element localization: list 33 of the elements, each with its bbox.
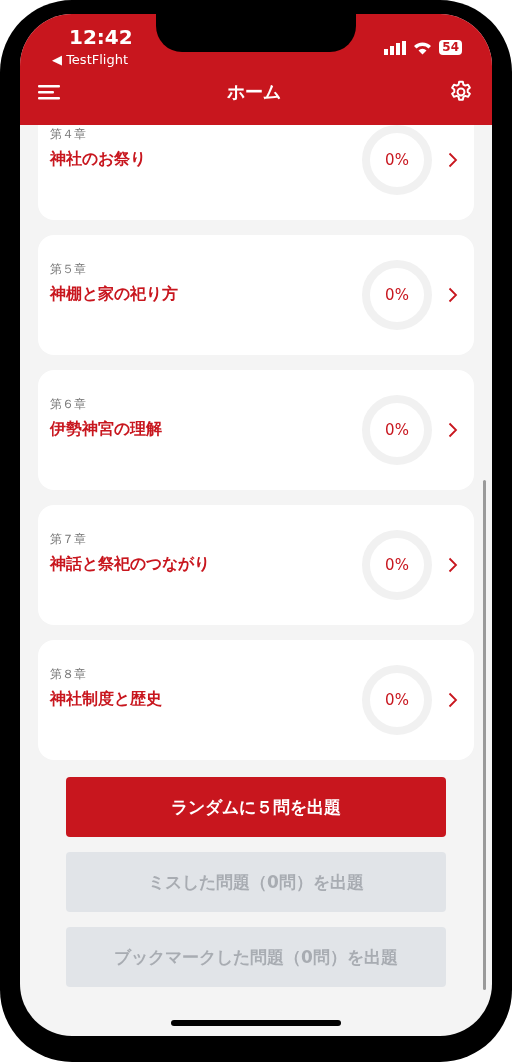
chapter-number: 第４章 bbox=[50, 126, 87, 143]
chapter-card[interactable]: 第６章 伊勢神宮の理解 0% bbox=[38, 370, 474, 490]
chapter-title: 神話と祭祀のつながり bbox=[50, 554, 210, 575]
signal-icon bbox=[384, 40, 407, 55]
progress-percent: 0% bbox=[385, 286, 409, 304]
nav-title: ホーム bbox=[227, 79, 281, 104]
progress-percent: 0% bbox=[385, 691, 409, 709]
chevron-right-icon[interactable] bbox=[448, 422, 458, 438]
chapter-card[interactable]: 第７章 神話と祭祀のつながり 0% bbox=[38, 505, 474, 625]
wifi-icon bbox=[413, 40, 433, 55]
chapter-title: 神社のお祭り bbox=[50, 149, 146, 170]
back-to-app-link[interactable]: ◀ TestFlight bbox=[52, 52, 129, 67]
chapter-number: 第７章 bbox=[50, 531, 87, 548]
progress-percent: 0% bbox=[385, 151, 409, 169]
chevron-right-icon[interactable] bbox=[448, 557, 458, 573]
chapter-number: 第５章 bbox=[50, 261, 87, 278]
chapter-number: 第８章 bbox=[50, 666, 87, 683]
menu-icon[interactable] bbox=[38, 83, 60, 100]
chapter-title: 神社制度と歴史 bbox=[50, 689, 162, 710]
chapter-number: 第６章 bbox=[50, 396, 87, 413]
chevron-right-icon[interactable] bbox=[448, 692, 458, 708]
chapter-card[interactable]: 第５章 神棚と家の祀り方 0% bbox=[38, 235, 474, 355]
progress-percent: 0% bbox=[385, 421, 409, 439]
progress-percent: 0% bbox=[385, 556, 409, 574]
quiz-button[interactable]: ランダムに５問を出題 bbox=[66, 777, 446, 837]
battery-level: 54 bbox=[439, 40, 462, 55]
status-time: 12:42 bbox=[68, 26, 133, 48]
chapter-card[interactable]: 第８章 神社制度と歴史 0% bbox=[38, 640, 474, 760]
chapter-card[interactable]: 第４章 神社のお祭り 0% bbox=[38, 125, 474, 220]
chapter-title: 伊勢神宮の理解 bbox=[50, 419, 162, 440]
chevron-right-icon[interactable] bbox=[448, 152, 458, 168]
chapter-title: 神棚と家の祀り方 bbox=[50, 284, 178, 305]
chevron-right-icon[interactable] bbox=[448, 287, 458, 303]
